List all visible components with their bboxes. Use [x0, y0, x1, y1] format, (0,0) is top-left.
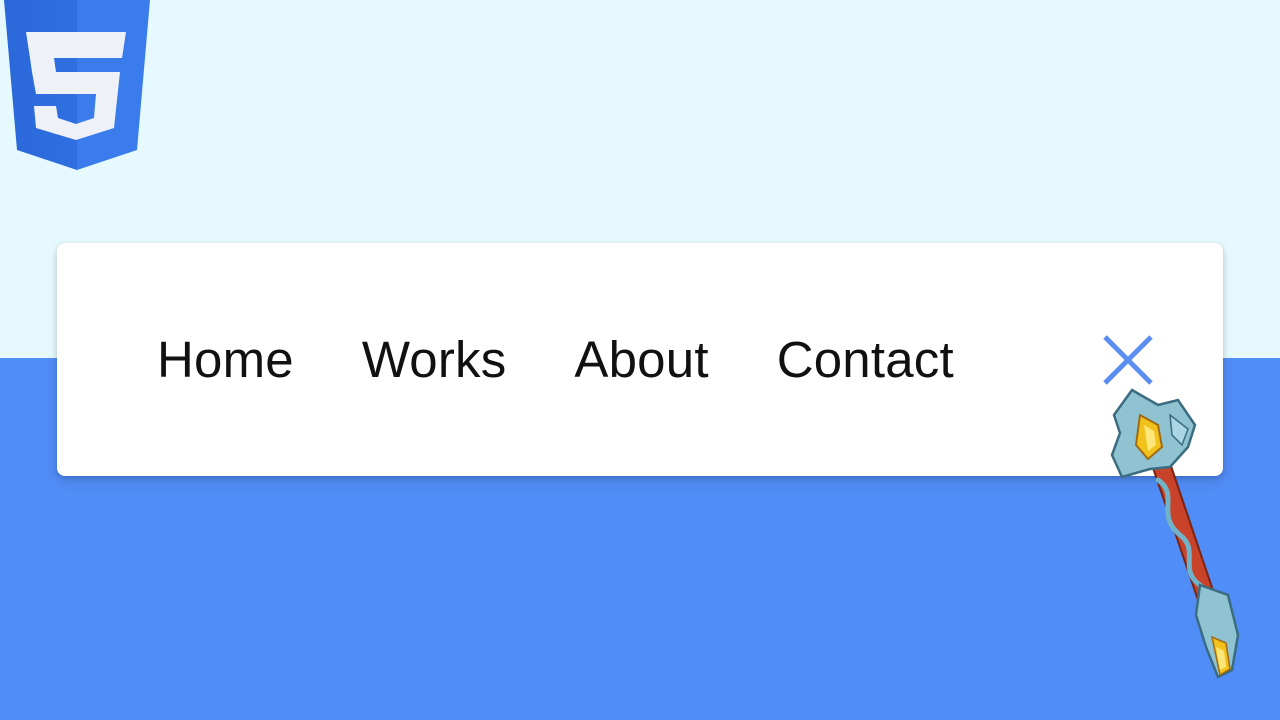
navbar: Home Works About Contact	[57, 243, 1223, 476]
close-icon[interactable]	[1097, 329, 1159, 391]
page-canvas: Home Works About Contact	[0, 0, 1280, 720]
nav-link-works[interactable]: Works	[362, 325, 507, 395]
nav-link-contact[interactable]: Contact	[777, 325, 954, 395]
nav-link-home[interactable]: Home	[157, 325, 294, 395]
nav-links: Home Works About Contact	[157, 325, 954, 395]
nav-link-about[interactable]: About	[574, 325, 708, 395]
css3-logo-icon	[4, 0, 150, 170]
